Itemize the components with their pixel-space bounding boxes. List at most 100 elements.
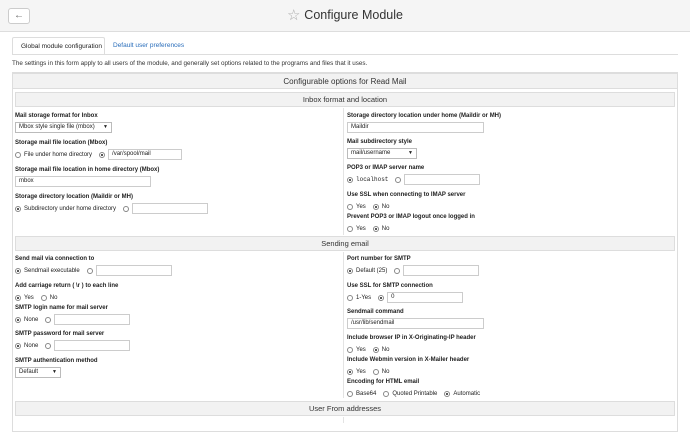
- maildir-input[interactable]: Maildir: [347, 122, 484, 133]
- server-name-input[interactable]: [404, 174, 481, 185]
- custom-dir-radio[interactable]: [123, 205, 130, 212]
- header-bar: ← ☆ Configure Module: [0, 0, 690, 32]
- radio-label: None: [24, 342, 39, 349]
- use-ssl-imap-field: Use SSL when connecting to IMAP server Y…: [347, 192, 675, 212]
- storage-file-in-home-field: Storage mail file location in home direc…: [15, 167, 340, 187]
- html-encoding-field: Encoding for HTML email Base64 Quoted Pr…: [347, 379, 675, 399]
- field-label: Mail subdirectory style: [347, 139, 413, 145]
- smtp-password-input[interactable]: [54, 340, 131, 351]
- radio-label: No: [381, 225, 390, 232]
- field-label: Include Webmin version in X-Mailer heade…: [347, 357, 470, 363]
- ssl-imap-no-radio[interactable]: [372, 203, 379, 210]
- form-description: The settings in this form apply to all u…: [12, 60, 368, 67]
- field-label: Include browser IP in X-Originating-IP h…: [347, 335, 476, 341]
- mail-subdir-style-field: Mail subdirectory style mail/username ▼: [347, 139, 675, 159]
- field-label: POP3 or IMAP server name: [347, 165, 425, 171]
- smtp-password-custom-radio[interactable]: [45, 342, 52, 349]
- sendmail-command-input[interactable]: /usr/lib/sendmail: [347, 318, 484, 329]
- file-under-home-radio[interactable]: [15, 151, 21, 158]
- storage-dir-input[interactable]: [132, 203, 209, 214]
- chevron-down-icon: ▼: [103, 124, 108, 130]
- webmin-version-field: Include Webmin version in X-Mailer heade…: [347, 357, 675, 377]
- smtp-port-default-radio[interactable]: [347, 267, 353, 274]
- storage-file-location-field: Storage mail file location (Mbox) File u…: [15, 140, 340, 160]
- prevent-logout-no-radio[interactable]: [372, 225, 379, 232]
- radio-label: Subdirectory under home directory: [24, 205, 117, 212]
- browser-ip-field: Include browser IP in X-Originating-IP h…: [347, 335, 675, 355]
- field-label: Send mail via connection to: [15, 256, 95, 262]
- radio-label: Yes: [24, 294, 34, 301]
- radio-label: Yes: [356, 346, 366, 353]
- ssl-smtp-custom-radio[interactable]: [378, 294, 385, 301]
- radio-label: No: [381, 346, 390, 353]
- column-divider: [343, 108, 344, 235]
- storage-file-path-input[interactable]: /var/spool/mail: [108, 149, 183, 160]
- smtp-password-field: SMTP password for mail server None: [15, 331, 340, 351]
- sending-left-column: Send mail via connection to Sendmail exe…: [15, 256, 340, 396]
- browser-ip-no-radio[interactable]: [372, 346, 379, 353]
- field-label: Use SSL when connecting to IMAP server: [347, 192, 466, 198]
- add-cr-no-radio[interactable]: [40, 294, 47, 301]
- send-via-field: Send mail via connection to Sendmail exe…: [15, 256, 340, 276]
- smtp-auth-select[interactable]: Default ▼: [15, 367, 61, 378]
- smtp-login-none-radio[interactable]: [15, 316, 21, 323]
- browser-ip-yes-radio[interactable]: [347, 346, 353, 353]
- radio-label: Sendmail executable: [24, 267, 80, 274]
- mail-storage-format-field: Mail storage format for Inbox Mbox style…: [15, 113, 340, 133]
- smtp-server-radio[interactable]: [86, 267, 93, 274]
- field-label: Prevent POP3 or IMAP logout once logged …: [347, 214, 475, 220]
- inbox-right-column: Storage directory location under home (M…: [347, 113, 675, 233]
- smtp-port-custom-radio[interactable]: [394, 267, 401, 274]
- smtp-auth-field: SMTP authentication method Default ▼: [15, 358, 340, 378]
- tab-user-preferences[interactable]: Default user preferences: [105, 37, 192, 55]
- smtp-login-input[interactable]: [54, 314, 131, 325]
- webmin-version-no-radio[interactable]: [372, 368, 379, 375]
- encoding-quoted-printable-radio[interactable]: [383, 390, 390, 397]
- smtp-port-input[interactable]: [403, 265, 480, 276]
- star-outline-icon[interactable]: ☆: [287, 7, 300, 24]
- storage-dir-location-field: Storage directory location (Maildir or M…: [15, 194, 340, 214]
- custom-path-radio[interactable]: [99, 151, 106, 158]
- add-cr-yes-radio[interactable]: [15, 294, 21, 301]
- column-divider: [343, 417, 344, 423]
- prevent-logout-yes-radio[interactable]: [347, 225, 353, 232]
- subdir-under-home-radio[interactable]: [15, 205, 21, 212]
- radio-label: localhost: [356, 176, 389, 183]
- field-label: Storage directory location under home (M…: [347, 113, 502, 119]
- mbox-filename-input[interactable]: mbox: [15, 176, 151, 187]
- field-label: Storage directory location (Maildir or M…: [15, 194, 134, 200]
- column-divider: [343, 252, 344, 398]
- radio-label: No: [381, 368, 390, 375]
- section-sending-title: Sending email: [15, 236, 675, 251]
- inbox-left-column: Mail storage format for Inbox Mbox style…: [15, 113, 340, 233]
- smtp-login-custom-radio[interactable]: [45, 316, 52, 323]
- smtp-password-none-radio[interactable]: [15, 342, 21, 349]
- field-label: SMTP password for mail server: [15, 331, 105, 337]
- encoding-automatic-radio[interactable]: [444, 390, 451, 397]
- field-label: Use SSL for SMTP connection: [347, 283, 433, 289]
- radio-label: No: [49, 294, 58, 301]
- form-title: Configurable options for Read Mail: [12, 73, 678, 89]
- page-title: Configure Module: [304, 8, 403, 22]
- section-user-from-title: User From addresses: [15, 401, 675, 416]
- tab-global-config[interactable]: Global module configuration: [12, 37, 105, 55]
- radio-label: Yes: [356, 225, 366, 232]
- mail-storage-format-select[interactable]: Mbox style single file (mbox) ▼: [15, 122, 112, 133]
- pop3-server-field: POP3 or IMAP server name localhost: [347, 165, 675, 185]
- chevron-down-icon: ▼: [52, 369, 57, 375]
- field-label: Encoding for HTML email: [347, 379, 420, 385]
- sendmail-executable-radio[interactable]: [15, 267, 21, 274]
- webmin-version-yes-radio[interactable]: [347, 368, 353, 375]
- field-label: Sendmail command: [347, 309, 404, 315]
- radio-label: Default (25): [356, 267, 388, 274]
- localhost-radio[interactable]: [347, 176, 353, 183]
- ssl-smtp-yes-radio[interactable]: [347, 294, 353, 301]
- ssl-smtp-input[interactable]: 0: [387, 292, 464, 303]
- custom-server-radio[interactable]: [395, 176, 402, 183]
- smtp-server-input[interactable]: [95, 265, 172, 276]
- field-label: SMTP authentication method: [15, 358, 98, 364]
- encoding-base64-radio[interactable]: [347, 390, 353, 397]
- smtp-port-field: Port number for SMTP Default (25): [347, 256, 675, 276]
- mail-subdir-style-select[interactable]: mail/username ▼: [347, 148, 417, 159]
- ssl-imap-yes-radio[interactable]: [347, 203, 353, 210]
